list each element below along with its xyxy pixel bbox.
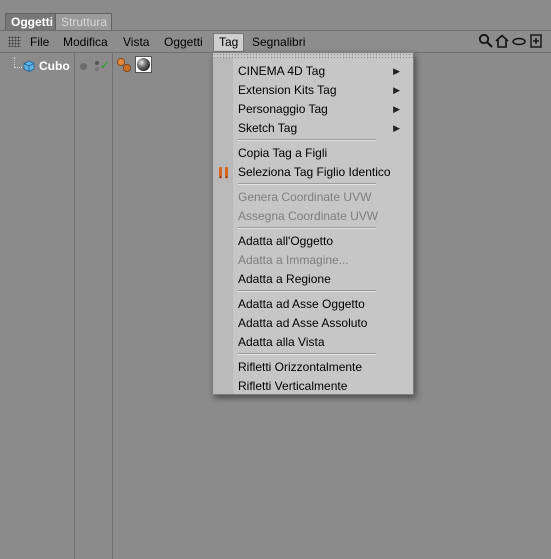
menu-separator <box>238 183 376 185</box>
new-window-icon[interactable] <box>528 33 544 51</box>
cube-icon <box>23 60 35 72</box>
menu-separator <box>238 227 376 229</box>
menu-item-adatta-ad-asse-assoluto[interactable]: Adatta ad Asse Assoluto <box>238 314 367 332</box>
menu-item-rifletti-verticalmente[interactable]: Rifletti Verticalmente <box>238 377 347 395</box>
menu-modifica[interactable]: Modifica <box>58 34 113 51</box>
grip-icon[interactable] <box>8 36 21 47</box>
phong-tag-icon[interactable] <box>116 57 132 73</box>
menu-item-assegna-coordinate-uvw: Assegna Coordinate UVW <box>238 209 379 223</box>
menu-tearoff-strip[interactable] <box>213 53 415 58</box>
submenu-arrow-icon: ▶ <box>393 123 400 133</box>
menubar: File Modifica Vista Oggetti Tag Segnalib… <box>0 31 551 53</box>
menu-item-copia-tag-a-figli[interactable]: Copia Tag a Figli <box>238 144 327 162</box>
object-name-cubo[interactable]: Cubo <box>39 59 70 73</box>
menu-item-label: Sketch Tag <box>238 121 298 135</box>
toolbar-icons <box>478 33 548 51</box>
menu-item-adatta-all-oggetto[interactable]: Adatta all'Oggetto <box>238 232 333 250</box>
menu-item-genera-coordinate-uvw: Genera Coordinate UVW <box>238 190 372 204</box>
menu-segnalibri[interactable]: Segnalibri <box>247 34 310 51</box>
search-icon[interactable] <box>478 33 494 51</box>
menu-item-adatta-a-regione[interactable]: Adatta a Regione <box>238 270 331 288</box>
view-icon[interactable] <box>511 33 527 51</box>
menu-item-rifletti-orizzontalmente[interactable]: Rifletti Orizzontalmente <box>238 358 362 376</box>
menu-item-sketch-tag[interactable]: Sketch Tag ▶ <box>238 119 408 137</box>
panel-tabbar: Oggetti Struttura <box>0 0 551 31</box>
menu-item-extension-kits-tag[interactable]: Extension Kits Tag ▶ <box>238 81 408 99</box>
menu-item-label: Extension Kits Tag <box>238 83 337 97</box>
menu-file[interactable]: File <box>25 34 54 51</box>
menu-item-label: CINEMA 4D Tag <box>238 64 326 78</box>
menu-item-label: Personaggio Tag <box>238 102 328 116</box>
material-tag-icon[interactable] <box>135 56 152 73</box>
tree-connector <box>14 57 16 67</box>
select-tag-icon <box>219 167 228 179</box>
tab-oggetti[interactable]: Oggetti <box>5 13 56 30</box>
menu-item-personaggio-tag[interactable]: Personaggio Tag ▶ <box>238 100 408 118</box>
tab-struttura[interactable]: Struttura <box>55 13 112 30</box>
menu-item-adatta-ad-asse-oggetto[interactable]: Adatta ad Asse Oggetto <box>238 295 365 313</box>
menu-item-cinema4d-tag[interactable]: CINEMA 4D Tag ▶ <box>238 62 408 80</box>
menu-separator <box>238 353 376 355</box>
menu-tag[interactable]: Tag <box>213 33 245 52</box>
menu-item-adatta-a-immagine: Adatta a Immagine... <box>238 253 349 267</box>
tag-dropdown-menu: CINEMA 4D Tag ▶ Extension Kits Tag ▶ Per… <box>212 52 415 395</box>
layer-dot-icon[interactable] <box>80 63 87 70</box>
menu-separator <box>238 139 376 141</box>
enabled-check-icon[interactable]: ✓ <box>100 58 110 72</box>
home-icon[interactable] <box>494 33 510 51</box>
tree-connector <box>14 67 22 69</box>
menu-separator <box>238 290 376 292</box>
material-ball-icon <box>137 58 150 71</box>
menu-oggetti[interactable]: Oggetti <box>159 34 208 51</box>
submenu-arrow-icon: ▶ <box>393 104 400 114</box>
submenu-arrow-icon: ▶ <box>393 66 400 76</box>
menu-icon-gutter <box>213 58 233 394</box>
menu-vista[interactable]: Vista <box>118 34 154 51</box>
column-divider[interactable] <box>74 53 75 559</box>
column-divider[interactable] <box>112 53 113 559</box>
menu-item-adatta-alla-vista[interactable]: Adatta alla Vista <box>238 333 325 351</box>
submenu-arrow-icon: ▶ <box>393 85 400 95</box>
menu-item-seleziona-tag-figlio-identico[interactable]: Seleziona Tag Figlio Identico <box>238 163 391 181</box>
